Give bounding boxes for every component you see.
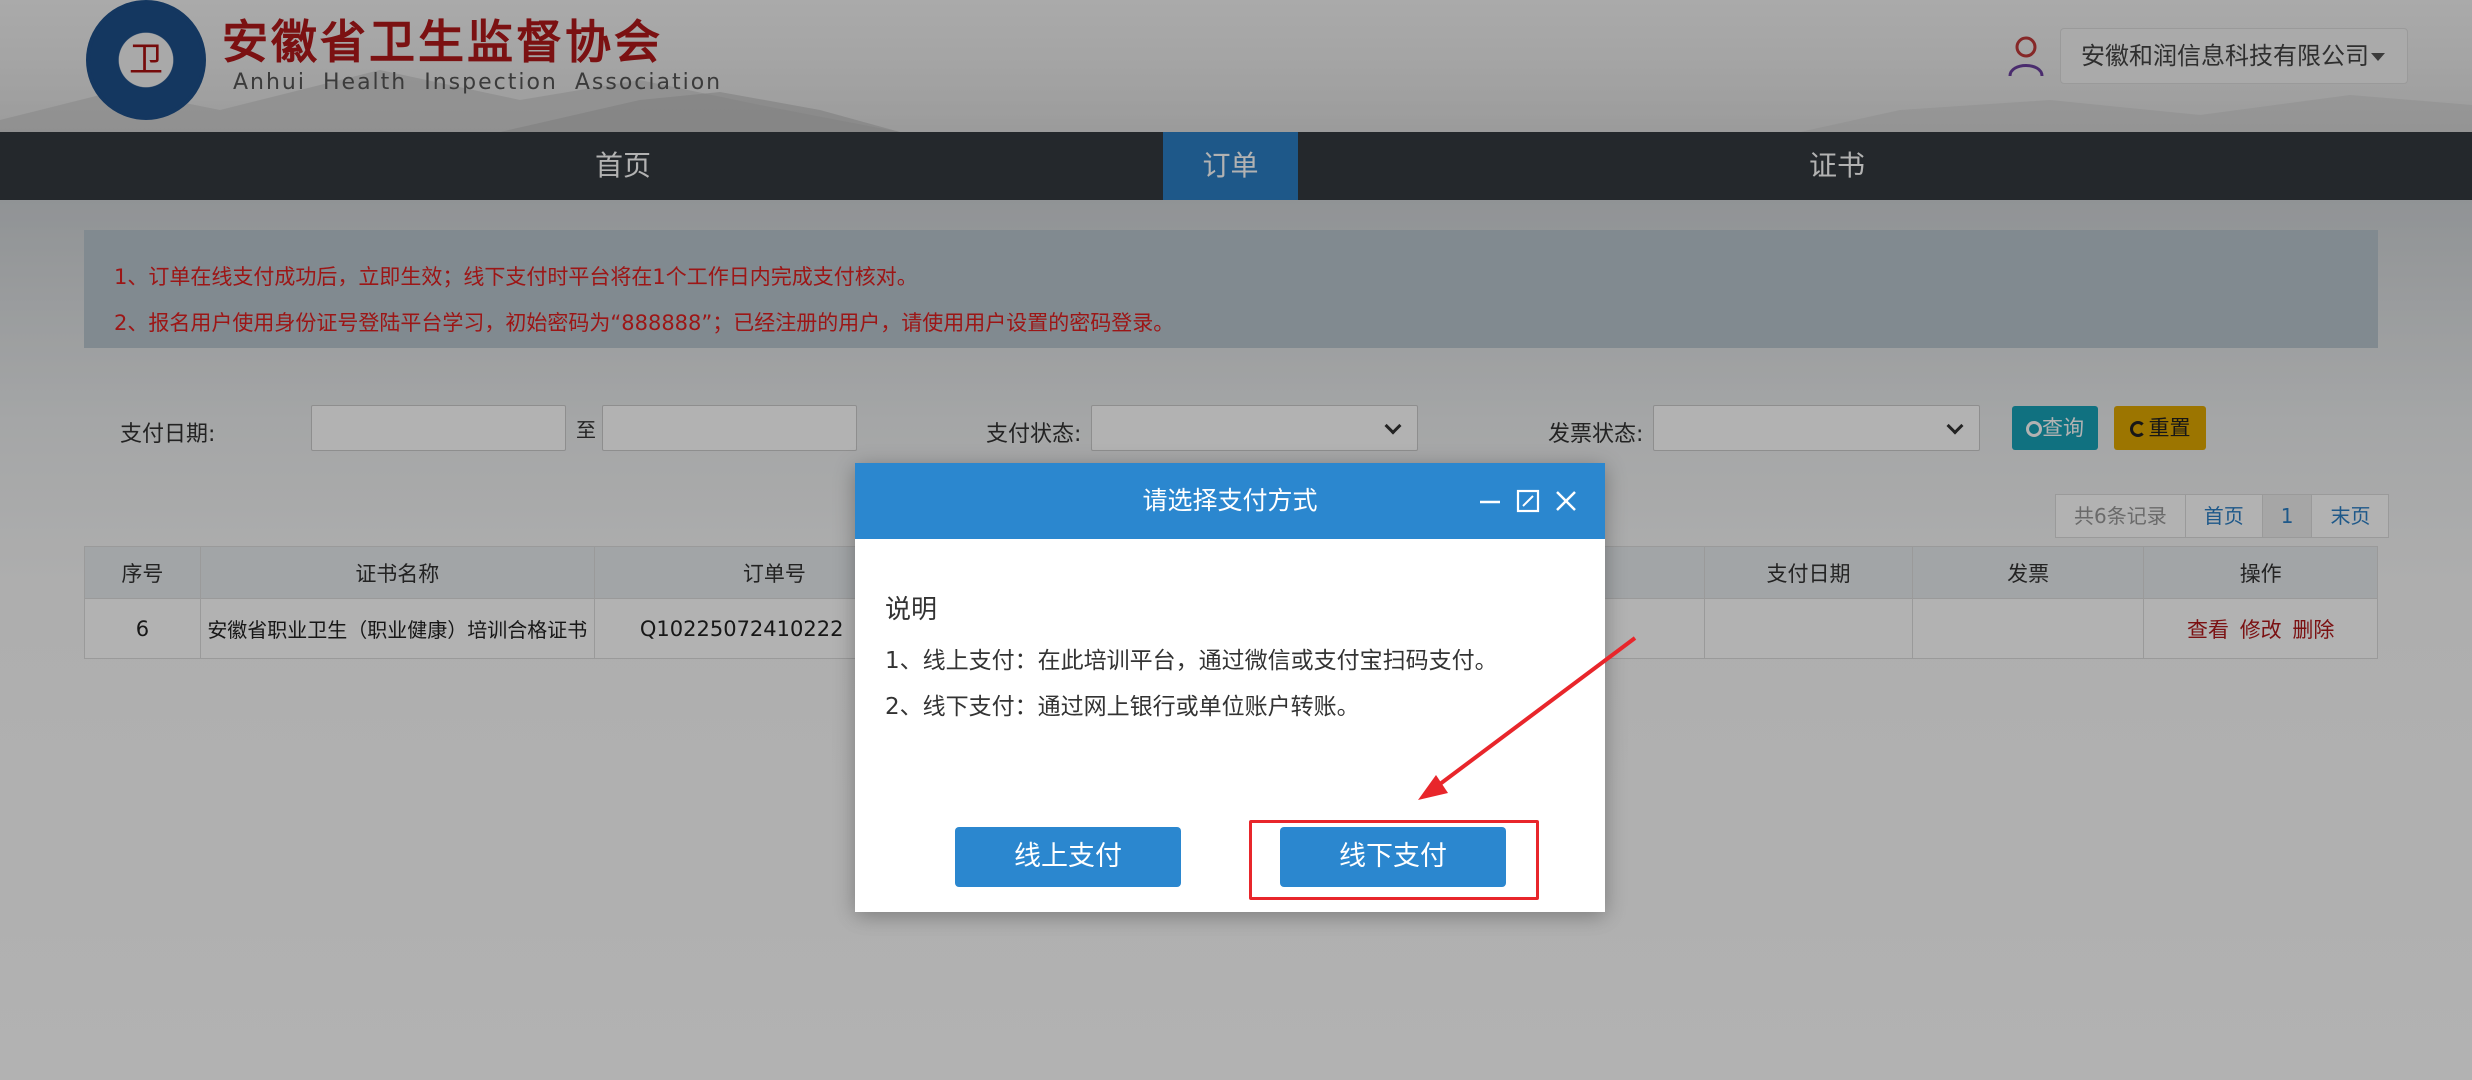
minimize-icon[interactable] [1476, 487, 1504, 515]
dialog-header: 请选择支付方式 [855, 463, 1605, 539]
dialog-body: 说明 1、线上支付：在此培训平台，通过微信或支付宝扫码支付。 2、线下支付：通过… [885, 589, 1575, 730]
close-icon[interactable] [1552, 487, 1580, 515]
dialog-heading: 说明 [885, 595, 938, 625]
dialog-line: 1、线上支付：在此培训平台，通过微信或支付宝扫码支付。 [885, 648, 1498, 674]
online-pay-button[interactable]: 线上支付 [955, 827, 1181, 887]
annotation-highlight-box [1249, 820, 1539, 900]
dialog-line: 2、线下支付：通过网上银行或单位账户转账。 [885, 694, 1360, 720]
maximize-icon[interactable] [1514, 487, 1542, 515]
